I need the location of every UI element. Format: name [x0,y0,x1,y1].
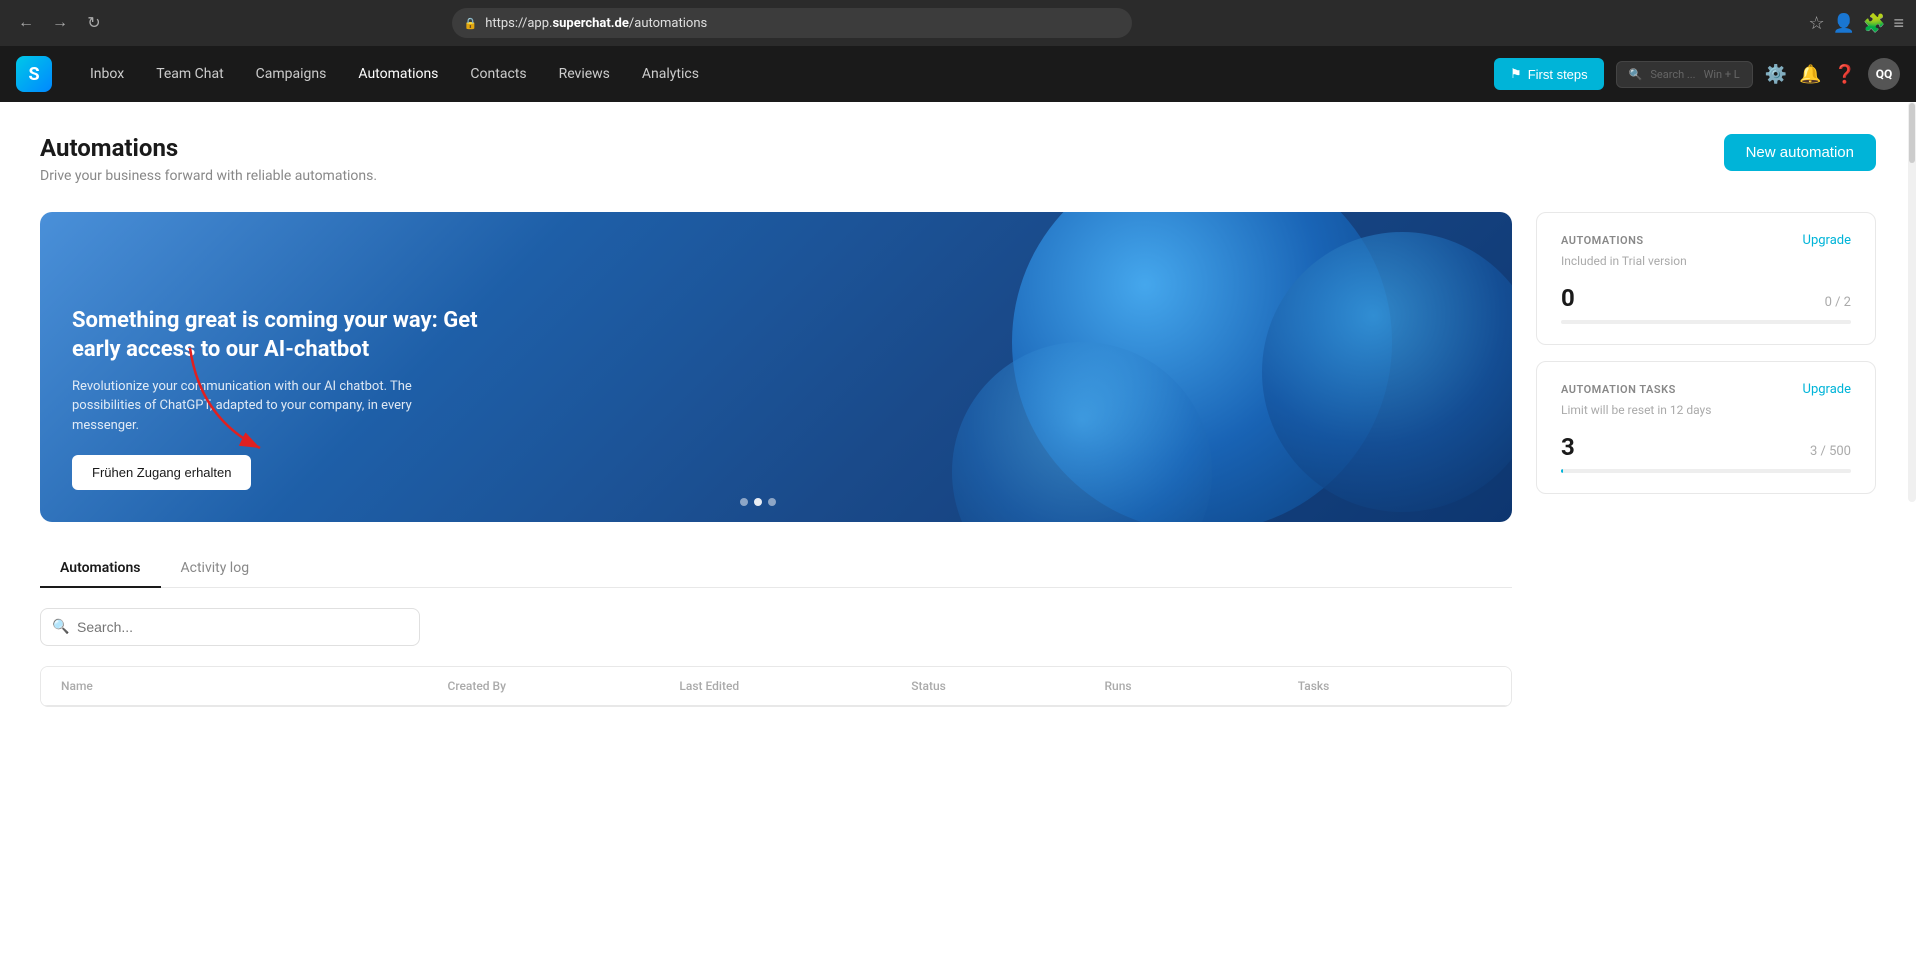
col-created-by: Created by [447,679,679,693]
scrollbar[interactable] [1908,102,1916,502]
table-search-input[interactable] [40,608,420,646]
notifications-icon[interactable]: 🔔 [1799,64,1821,85]
tab-activity-log[interactable]: Activity log [161,550,270,588]
automations-max: 0 / 2 [1825,295,1851,310]
nav-item-analytics[interactable]: Analytics [628,58,713,90]
forward-button[interactable]: → [46,9,74,37]
nav-item-contacts[interactable]: Contacts [456,58,540,90]
tasks-progress-bar [1561,469,1851,473]
page-title: Automations [40,134,377,162]
red-arrow-svg [180,338,320,458]
app-navbar: S Inbox Team Chat Campaigns Automations … [0,46,1916,102]
automation-tasks-stat-card: AUTOMATION TASKS Upgrade Limit will be r… [1536,361,1876,494]
search-shortcut-text: Win + L [1704,68,1740,81]
col-runs: Runs [1105,679,1298,693]
lock-icon: 🔒 [464,17,478,30]
col-last-edited: Last edited [679,679,911,693]
profile-icon[interactable]: 👤 [1833,13,1855,34]
menu-icon[interactable]: ≡ [1893,13,1904,34]
tasks-card-header: AUTOMATION TASKS Upgrade [1561,382,1851,397]
col-tasks: Tasks [1298,679,1491,693]
first-steps-button[interactable]: First steps [1494,58,1604,90]
automations-table: Name Created by Last edited Status Runs … [40,666,1512,707]
global-search-box[interactable]: 🔍 Search ... Win + L [1616,61,1753,88]
dot-3[interactable] [768,498,776,506]
banner-dots [740,498,776,506]
new-automation-button[interactable]: New automation [1724,134,1876,171]
help-icon[interactable]: ❓ [1834,64,1856,85]
page-header: Automations Drive your business forward … [40,134,1876,184]
dot-2[interactable] [754,498,762,506]
main-nav: Inbox Team Chat Campaigns Automations Co… [76,58,1494,90]
tasks-numbers: 3 3 / 500 [1561,433,1851,461]
content-area: Something great is coming your way: Get … [40,212,1876,707]
automations-current: 0 [1561,284,1575,312]
nav-item-campaigns[interactable]: Campaigns [242,58,341,90]
arrow-annotation [180,338,320,462]
tabs: Automations Activity log [40,550,1512,588]
automations-progress-bar [1561,320,1851,324]
nav-item-reviews[interactable]: Reviews [545,58,624,90]
automations-card-title: AUTOMATIONS [1561,234,1644,247]
dot-1[interactable] [740,498,748,506]
promo-banner: Something great is coming your way: Get … [40,212,1512,522]
tab-automations[interactable]: Automations [40,550,161,588]
page-header-text: Automations Drive your business forward … [40,134,377,184]
browser-chrome: ← → ↻ 🔒 https://app.superchat.de/automat… [0,0,1916,46]
extensions-icon[interactable]: 🧩 [1863,13,1885,34]
automations-numbers: 0 0 / 2 [1561,284,1851,312]
automations-card-subtitle: Included in Trial version [1561,254,1851,268]
tabs-section: Automations Activity log 🔍 Name Created … [40,550,1512,707]
col-status: Status [911,679,1104,693]
automations-stat-card: AUTOMATIONS Upgrade Included in Trial ve… [1536,212,1876,345]
settings-icon[interactable]: ⚙️ [1765,64,1787,85]
refresh-button[interactable]: ↻ [80,9,108,37]
navbar-right: First steps 🔍 Search ... Win + L ⚙️ 🔔 ❓ … [1494,58,1900,90]
back-button[interactable]: ← [12,9,40,37]
tasks-card-subtitle: Limit will be reset in 12 days [1561,403,1851,417]
sidebar-stats: AUTOMATIONS Upgrade Included in Trial ve… [1536,212,1876,494]
tasks-progress-fill [1561,469,1563,473]
bookmark-icon[interactable]: ☆ [1809,13,1825,34]
browser-nav-buttons: ← → ↻ [12,9,108,37]
address-bar[interactable]: 🔒 https://app.superchat.de/automations [452,8,1132,38]
main-content: Automations Drive your business forward … [0,102,1916,977]
automations-card-header: AUTOMATIONS Upgrade [1561,233,1851,248]
nav-item-team-chat[interactable]: Team Chat [142,58,237,90]
search-placeholder-text: Search ... [1650,68,1695,81]
tasks-current: 3 [1561,433,1575,461]
nav-item-automations[interactable]: Automations [344,58,452,90]
table-search-icon: 🔍 [52,619,69,635]
search-wrapper: 🔍 [40,608,420,646]
tasks-card-title: AUTOMATION TASKS [1561,383,1676,396]
table-header: Name Created by Last edited Status Runs … [41,667,1511,706]
banner-wrapper: Something great is coming your way: Get … [40,212,1512,707]
app-logo[interactable]: S [16,56,52,92]
scrollbar-thumb[interactable] [1909,103,1915,163]
url-text: https://app.superchat.de/automations [485,16,707,31]
page-subtitle: Drive your business forward with reliabl… [40,168,377,184]
nav-item-inbox[interactable]: Inbox [76,58,138,90]
automations-upgrade-link[interactable]: Upgrade [1803,233,1851,248]
tasks-upgrade-link[interactable]: Upgrade [1803,382,1851,397]
col-name: Name [61,679,447,693]
tasks-max: 3 / 500 [1810,444,1851,459]
browser-right-icons: ☆ 👤 🧩 ≡ [1809,13,1905,34]
user-avatar[interactable]: QQ [1868,58,1900,90]
search-icon: 🔍 [1629,68,1643,81]
